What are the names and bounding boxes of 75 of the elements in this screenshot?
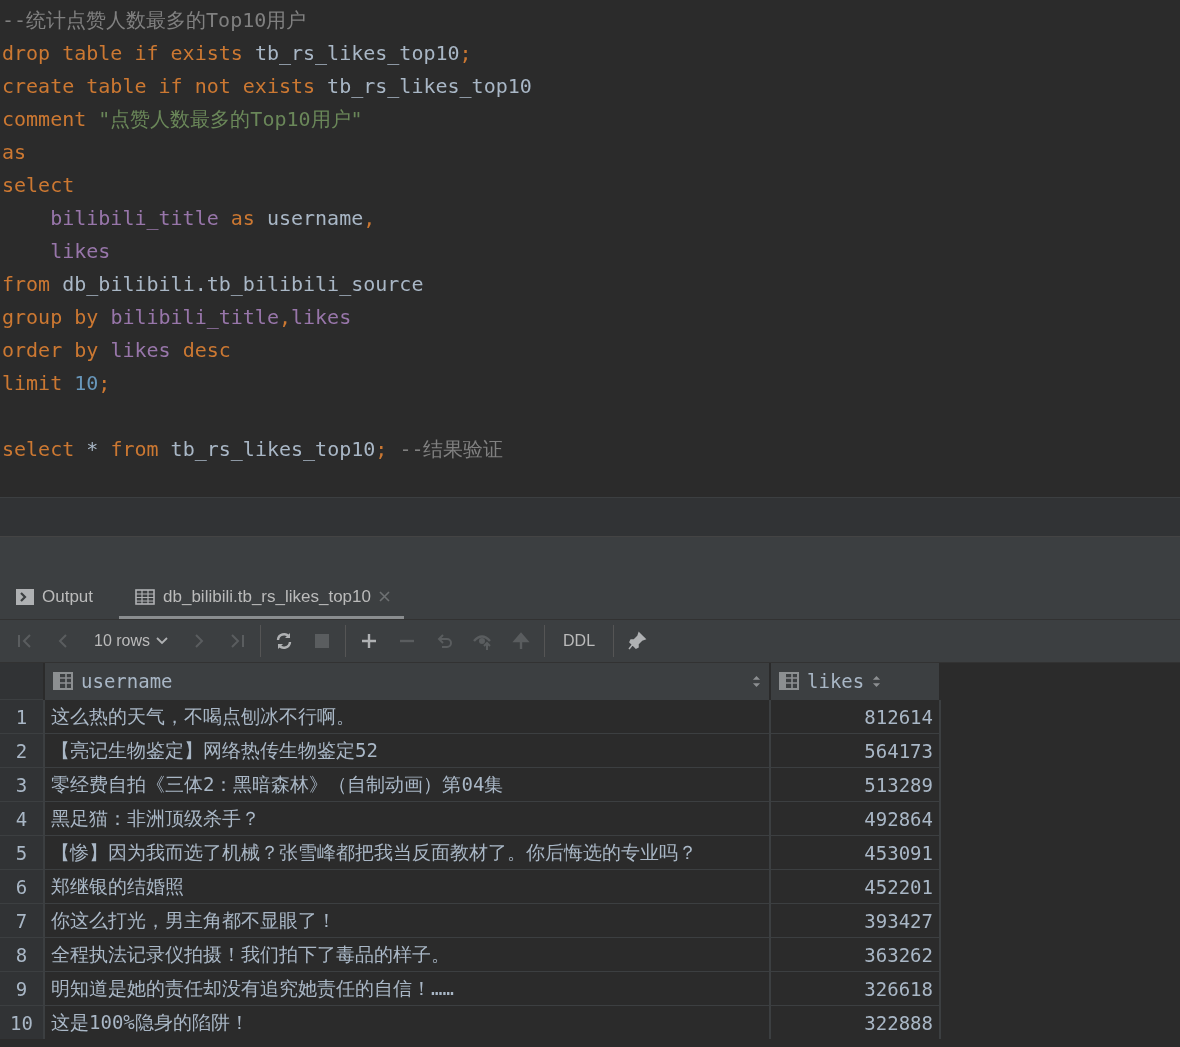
table-cell: 363262 xyxy=(770,937,940,972)
row-number: 9 xyxy=(0,971,44,1006)
table-cell: 492864 xyxy=(770,801,940,836)
code-token: likes xyxy=(110,337,172,364)
row-number: 7 xyxy=(0,903,44,938)
code-token: create table if not exists xyxy=(2,73,317,100)
ddl-button[interactable]: DDL xyxy=(559,632,600,650)
code-token: as xyxy=(2,139,27,166)
table-cell: 这么热的天气，不喝点刨冰不行啊。 xyxy=(44,699,770,734)
code-token: limit xyxy=(2,370,64,397)
code-token: username xyxy=(266,205,364,232)
table-cell: 【惨】因为我而选了机械？张雪峰都把我当反面教材了。你后悔选的专业吗？ xyxy=(44,835,770,870)
table-cell: 郑继银的结婚照 xyxy=(44,869,770,904)
table-cell: 明知道是她的责任却没有追究她责任的自信！…… xyxy=(44,971,770,1006)
table-cell: 326618 xyxy=(770,971,940,1006)
table-cell: 全程执法记录仪拍摄！我们拍下了毒品的样子。 xyxy=(44,937,770,972)
row-number: 1 xyxy=(0,699,44,734)
code-token: , xyxy=(363,205,376,232)
table-cell: 黑足猫：非洲顶级杀手？ xyxy=(44,801,770,836)
row-number: 4 xyxy=(0,801,44,836)
code-token: tb_rs_likes_top10 xyxy=(254,40,460,67)
code-token: db_bilibili.tb_bilibili_source xyxy=(62,271,424,298)
row-number: 3 xyxy=(0,767,44,802)
table-cell: 453091 xyxy=(770,835,940,870)
close-icon[interactable] xyxy=(378,591,390,602)
code-token: group by xyxy=(2,304,100,331)
code-token: order by xyxy=(2,337,100,364)
code-token: from xyxy=(110,436,160,463)
result-tab[interactable]: Output xyxy=(14,577,108,619)
row-number: 6 xyxy=(0,869,44,904)
code-token: drop table if exists xyxy=(2,40,244,67)
code-token: select xyxy=(2,436,76,463)
sort-icon[interactable] xyxy=(872,674,882,688)
code-token: from xyxy=(2,271,52,298)
row-number: 10 xyxy=(0,1005,44,1039)
code-token: select xyxy=(2,172,75,199)
code-token: ; xyxy=(459,40,472,67)
table-cell: 513289 xyxy=(770,767,940,802)
code-token: , xyxy=(278,304,291,331)
code-token: as xyxy=(230,205,256,232)
code-token: tb_rs_likes_top10 xyxy=(327,73,532,100)
chevron-down-icon xyxy=(156,637,169,645)
row-number: 8 xyxy=(0,937,44,972)
code-token: bilibili_title xyxy=(110,304,279,331)
code-token: "点赞人数最多的Top10用户" xyxy=(98,106,363,133)
console-icon xyxy=(16,588,34,605)
code-token: ; xyxy=(98,370,111,397)
table-cell: 322888 xyxy=(770,1005,940,1039)
table-cell: 这是100%隐身的陷阱！ xyxy=(44,1005,770,1039)
code-token: ; xyxy=(375,436,389,463)
table-cell: 812614 xyxy=(770,699,940,734)
code-token: 10 xyxy=(74,370,99,397)
table-cell: 【亮记生物鉴定】网络热传生物鉴定52 xyxy=(44,733,770,768)
sort-icon[interactable] xyxy=(752,674,761,688)
column-icon xyxy=(53,671,73,691)
pin-icon[interactable] xyxy=(627,631,648,651)
rows-dropdown[interactable]: 10 rows xyxy=(94,632,169,650)
table-cell: 你这么打光，男主角都不显眼了！ xyxy=(44,903,770,938)
code-token: desc xyxy=(182,337,231,364)
table-cell: 564173 xyxy=(770,733,940,768)
code-token: * xyxy=(86,436,100,463)
code-token: bilibili_title xyxy=(49,205,220,232)
code-token: likes xyxy=(49,238,111,265)
code-token: tb_rs_likes_top10 xyxy=(170,436,376,463)
code-token: comment xyxy=(2,106,88,133)
code-token: likes xyxy=(291,304,352,331)
table-cell: 零经费自拍《三体2：黑暗森林》（自制动画）第04集 xyxy=(44,767,770,802)
row-number: 5 xyxy=(0,835,44,870)
table-cell: 393427 xyxy=(770,903,940,938)
column-icon xyxy=(779,671,799,691)
code-token: --结果验证 xyxy=(399,436,504,463)
table-cell: 452201 xyxy=(770,869,940,904)
code-token: --统计点赞人数最多的Top10用户 xyxy=(2,7,307,34)
row-number: 2 xyxy=(0,733,44,768)
table-icon xyxy=(135,588,156,605)
